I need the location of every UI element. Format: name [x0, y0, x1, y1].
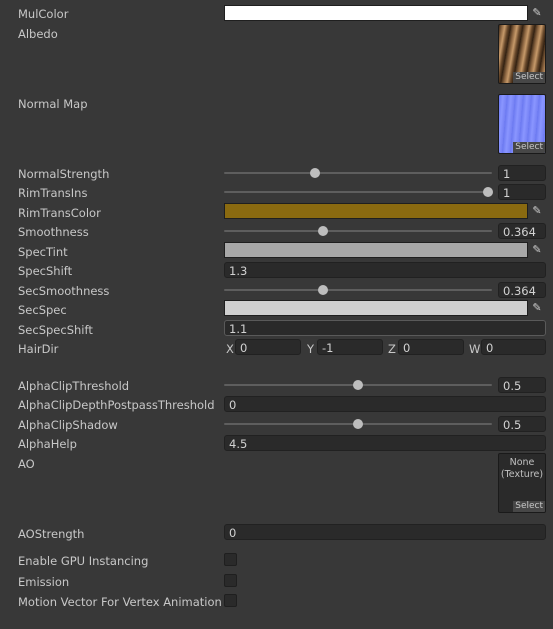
spec-tint-swatch[interactable]: [224, 242, 528, 258]
mulcolor-swatch[interactable]: [224, 5, 528, 21]
sec-smoothness-slider-track[interactable]: [224, 289, 492, 291]
alpha-clip-threshold-input[interactable]: 0.5: [498, 377, 546, 393]
emission-label: Emission: [18, 575, 70, 589]
rim-trans-color-label: RimTransColor: [18, 206, 101, 220]
gpu-instancing-checkbox[interactable]: [224, 553, 237, 566]
sec-spec-label: SecSpec: [18, 303, 67, 317]
rim-trans-ins-slider-knob[interactable]: [483, 187, 493, 197]
sec-smoothness-input[interactable]: 0.364: [498, 282, 546, 298]
alpha-clip-threshold-label: AlphaClipThreshold: [18, 379, 130, 393]
hair-dir-z-label: Z: [388, 342, 396, 356]
ao-strength-input[interactable]: 0: [224, 524, 546, 540]
ao-strength-label: AOStrength: [18, 527, 85, 541]
hair-dir-z-input[interactable]: 0: [398, 339, 464, 355]
albedo-select-button[interactable]: Select: [513, 72, 545, 83]
normal-map-select-button[interactable]: Select: [513, 142, 545, 153]
hair-dir-x-input[interactable]: 0: [235, 339, 301, 355]
rim-trans-ins-slider-track[interactable]: [224, 191, 492, 193]
alpha-clip-depth-label: AlphaClipDepthPostpassThreshold: [18, 398, 215, 412]
gpu-instancing-label: Enable GPU Instancing: [18, 554, 149, 568]
normal-strength-input[interactable]: 1: [498, 165, 546, 181]
sec-spec-shift-input[interactable]: 1.1: [224, 320, 546, 336]
albedo-texture-slot[interactable]: Select: [498, 24, 546, 84]
spec-tint-label: SpecTint: [18, 245, 68, 259]
normal-strength-label: NormalStrength: [18, 167, 110, 181]
sec-smoothness-label: SecSmoothness: [18, 284, 110, 298]
normal-strength-slider-track[interactable]: [224, 172, 492, 174]
alpha-clip-threshold-slider-knob[interactable]: [353, 380, 363, 390]
hair-dir-w-input[interactable]: 0: [481, 339, 546, 355]
spec-shift-input[interactable]: 1.3: [224, 262, 546, 278]
normal-strength-slider-knob[interactable]: [310, 168, 320, 178]
alpha-help-input[interactable]: 4.5: [224, 435, 546, 451]
albedo-label: Albedo: [18, 27, 58, 41]
sec-spec-swatch[interactable]: [224, 300, 528, 316]
ao-label: AO: [18, 457, 35, 471]
hair-dir-y-label: Y: [307, 342, 315, 356]
ao-texture-slot[interactable]: None (Texture) Select: [498, 453, 546, 513]
alpha-clip-depth-input[interactable]: 0: [224, 396, 546, 412]
hair-dir-label: HairDir: [18, 342, 59, 356]
normal-map-label: Normal Map: [18, 97, 88, 111]
smoothness-input[interactable]: 0.364: [498, 223, 546, 239]
eyedropper-icon[interactable]: ✎: [529, 203, 545, 219]
ao-none-text: None: [509, 457, 535, 468]
hair-dir-x-label: X: [226, 342, 234, 356]
smoothness-slider-track[interactable]: [224, 230, 492, 232]
sec-spec-shift-label: SecSpecShift: [18, 323, 93, 337]
normal-map-texture-slot[interactable]: Select: [498, 94, 546, 154]
alpha-clip-shadow-input[interactable]: 0.5: [498, 416, 546, 432]
emission-checkbox[interactable]: [224, 574, 237, 587]
smoothness-slider-knob[interactable]: [318, 226, 328, 236]
alpha-clip-shadow-label: AlphaClipShadow: [18, 418, 118, 432]
rim-trans-ins-input[interactable]: 1: [498, 184, 546, 200]
sec-smoothness-slider-knob[interactable]: [318, 285, 328, 295]
alpha-clip-shadow-slider-knob[interactable]: [353, 419, 363, 429]
hair-dir-y-input[interactable]: -1: [317, 339, 383, 355]
eyedropper-icon[interactable]: ✎: [529, 242, 545, 258]
hair-dir-w-label: W: [469, 342, 481, 356]
rim-trans-ins-label: RimTransIns: [18, 186, 88, 200]
ao-texture-text: (Texture): [500, 469, 544, 480]
eyedropper-icon[interactable]: ✎: [529, 300, 545, 316]
motion-vector-label: Motion Vector For Vertex Animation: [18, 595, 222, 609]
eyedropper-icon[interactable]: ✎: [529, 5, 545, 21]
motion-vector-checkbox[interactable]: [224, 594, 237, 607]
ao-select-button[interactable]: Select: [513, 501, 545, 512]
alpha-help-label: AlphaHelp: [18, 437, 77, 451]
spec-shift-label: SpecShift: [18, 264, 73, 278]
mulcolor-label: MulColor: [18, 7, 69, 21]
smoothness-label: Smoothness: [18, 225, 89, 239]
rim-trans-color-swatch[interactable]: [224, 203, 528, 219]
